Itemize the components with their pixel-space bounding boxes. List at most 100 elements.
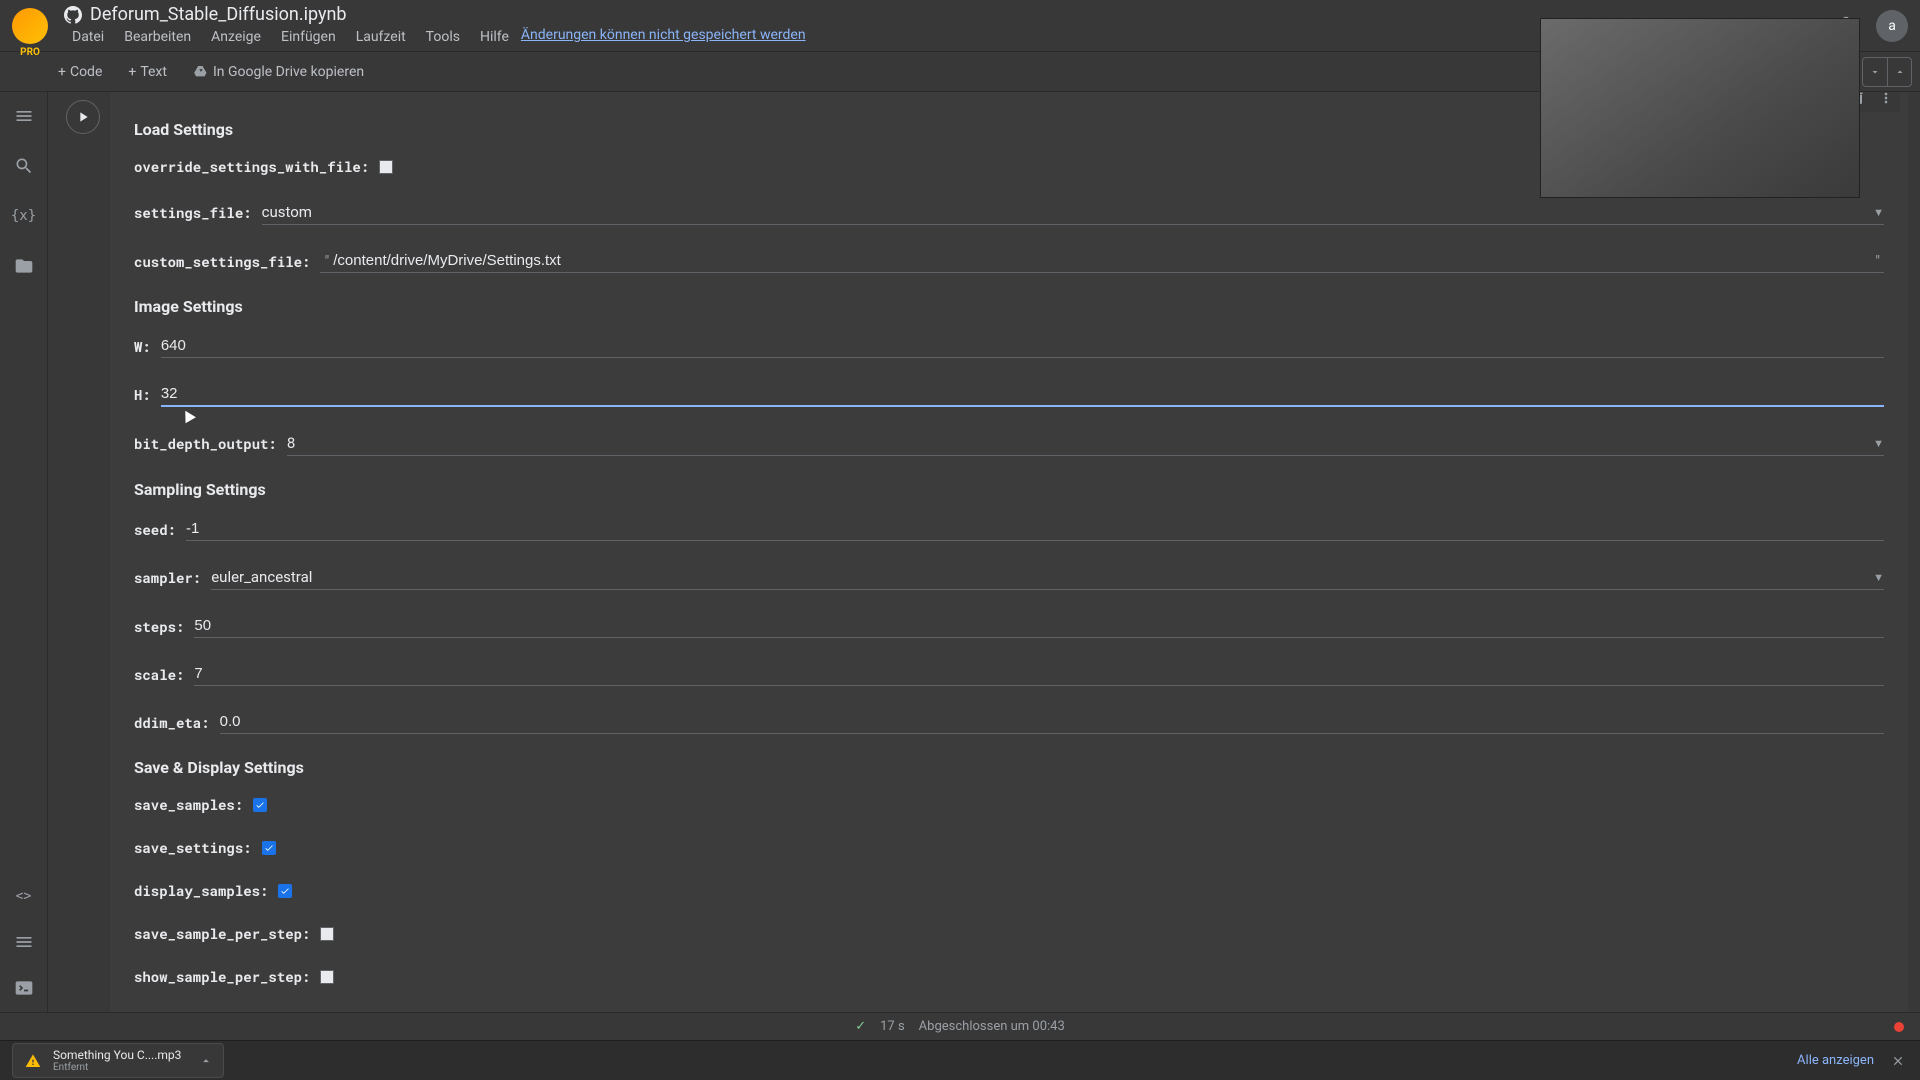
variables-button[interactable]: {x} bbox=[8, 200, 40, 232]
menu-datei[interactable]: Datei bbox=[64, 27, 112, 47]
chevron-down-icon: ▼ bbox=[1873, 571, 1884, 584]
cell-nav-buttons bbox=[1862, 57, 1912, 87]
close-downloads-button[interactable] bbox=[1888, 1051, 1908, 1071]
save-sample-per-step-label: save_sample_per_step: bbox=[134, 924, 310, 943]
override-label: override_settings_with_file: bbox=[134, 157, 369, 176]
display-samples-label: display_samples: bbox=[134, 881, 268, 900]
search-button[interactable] bbox=[8, 150, 40, 182]
add-code-label: Code bbox=[70, 64, 102, 80]
cell-body: Load Settings override_settings_with_fil… bbox=[110, 92, 1908, 1012]
close-icon bbox=[1891, 1054, 1905, 1068]
override-checkbox[interactable] bbox=[379, 160, 393, 174]
sampler-label: sampler: bbox=[134, 568, 201, 587]
collapse-button[interactable] bbox=[1863, 58, 1887, 86]
menu-tools[interactable]: Tools bbox=[418, 27, 468, 47]
warning-icon bbox=[23, 1051, 43, 1071]
show-sample-per-step-label: show_sample_per_step: bbox=[134, 967, 310, 986]
scale-label: scale: bbox=[134, 665, 184, 684]
add-text-button[interactable]: + Text bbox=[118, 59, 177, 85]
status-completed: Abgeschlossen um 00:43 bbox=[919, 1019, 1065, 1034]
ddim-eta-label: ddim_eta: bbox=[134, 713, 210, 732]
variable-icon: {x} bbox=[11, 208, 36, 224]
section-image-settings: Image Settings bbox=[134, 297, 1884, 316]
terminal-icon bbox=[14, 978, 34, 998]
webcam-overlay bbox=[1540, 18, 1860, 198]
toc-button[interactable] bbox=[8, 100, 40, 132]
ddim-eta-input[interactable] bbox=[220, 710, 1884, 734]
show-sample-per-step-checkbox[interactable] bbox=[320, 970, 334, 984]
user-avatar[interactable]: a bbox=[1876, 10, 1908, 42]
menu-bar: Datei Bearbeiten Anzeige Einfügen Laufze… bbox=[64, 27, 806, 47]
menu-einfuegen[interactable]: Einfügen bbox=[273, 27, 344, 47]
plus-icon: + bbox=[128, 64, 136, 80]
settings-file-label: settings_file: bbox=[134, 203, 252, 222]
run-cell-button[interactable] bbox=[66, 100, 100, 134]
save-samples-label: save_samples: bbox=[134, 795, 243, 814]
check-icon bbox=[264, 843, 274, 853]
notebook-content[interactable]: Load Settings override_settings_with_fil… bbox=[48, 92, 1920, 1012]
sampler-select[interactable]: euler_ancestral ▼ bbox=[211, 565, 1884, 590]
more-vert-icon bbox=[1878, 92, 1894, 106]
seed-input[interactable] bbox=[186, 517, 1884, 541]
section-sampling-settings: Sampling Settings bbox=[134, 480, 1884, 499]
colab-logo: PRO bbox=[12, 8, 48, 44]
save-settings-checkbox[interactable] bbox=[262, 841, 276, 855]
display-samples-checkbox[interactable] bbox=[278, 884, 292, 898]
add-text-label: Text bbox=[140, 64, 167, 80]
chevron-up-icon bbox=[1894, 66, 1906, 78]
quote-close: " bbox=[1871, 252, 1884, 270]
check-icon bbox=[280, 886, 290, 896]
check-icon bbox=[255, 800, 265, 810]
chevron-down-icon: ▼ bbox=[1873, 206, 1884, 219]
expand-button[interactable] bbox=[1887, 58, 1911, 86]
command-palette-button[interactable] bbox=[8, 926, 40, 958]
download-filename: Something You C....mp3 bbox=[53, 1048, 181, 1062]
section-save-display: Save & Display Settings bbox=[134, 758, 1884, 777]
code-icon: <> bbox=[16, 889, 32, 904]
steps-input[interactable] bbox=[194, 614, 1884, 638]
download-item[interactable]: Something You C....mp3 Entfernt bbox=[12, 1043, 224, 1078]
custom-file-input[interactable] bbox=[333, 249, 1871, 272]
save-sample-per-step-checkbox[interactable] bbox=[320, 927, 334, 941]
menu-anzeige[interactable]: Anzeige bbox=[203, 27, 269, 47]
custom-file-input-wrap[interactable]: " " bbox=[320, 249, 1884, 273]
steps-label: steps: bbox=[134, 617, 184, 636]
copy-to-drive-button[interactable]: In Google Drive kopieren bbox=[183, 59, 374, 85]
custom-file-label: custom_settings_file: bbox=[134, 252, 310, 271]
recording-indicator bbox=[1894, 1022, 1904, 1032]
drive-icon bbox=[193, 64, 209, 80]
chevron-down-icon: ▼ bbox=[1873, 437, 1884, 450]
bit-depth-select[interactable]: 8 ▼ bbox=[287, 431, 1884, 456]
toc-icon bbox=[14, 106, 34, 126]
copy-drive-label: In Google Drive kopieren bbox=[213, 64, 364, 80]
chevron-up-icon[interactable] bbox=[199, 1054, 213, 1068]
code-snippets-button[interactable]: <> bbox=[8, 880, 40, 912]
h-label: H: bbox=[134, 385, 151, 404]
status-bar: ✓ 17 s Abgeschlossen um 00:43 bbox=[0, 1012, 1920, 1040]
files-button[interactable] bbox=[8, 250, 40, 282]
save-warning-link[interactable]: Änderungen können nicht gespeichert werd… bbox=[521, 27, 806, 47]
notebook-title[interactable]: Deforum_Stable_Diffusion.ipynb bbox=[90, 4, 347, 25]
w-label: W: bbox=[134, 337, 151, 356]
folder-icon bbox=[14, 256, 34, 276]
w-input[interactable] bbox=[161, 334, 1884, 358]
save-samples-checkbox[interactable] bbox=[253, 798, 267, 812]
menu-hilfe[interactable]: Hilfe bbox=[472, 27, 517, 47]
chevron-down-icon bbox=[1869, 66, 1881, 78]
quote-open: " bbox=[320, 252, 333, 270]
sampler-value: euler_ancestral bbox=[211, 565, 1873, 589]
mouse-cursor bbox=[180, 408, 196, 424]
add-code-button[interactable]: + Code bbox=[48, 59, 112, 85]
menu-bearbeiten[interactable]: Bearbeiten bbox=[116, 27, 199, 47]
cell-more-button[interactable] bbox=[1874, 92, 1898, 110]
h-input[interactable] bbox=[161, 382, 1884, 407]
show-all-downloads[interactable]: Alle anzeigen bbox=[1797, 1053, 1874, 1068]
terminal-button[interactable] bbox=[8, 972, 40, 1004]
bit-depth-value: 8 bbox=[287, 431, 1873, 455]
scale-input[interactable] bbox=[194, 662, 1884, 686]
check-icon: ✓ bbox=[855, 1019, 866, 1034]
menu-laufzeit[interactable]: Laufzeit bbox=[348, 27, 414, 47]
settings-file-select[interactable]: custom ▼ bbox=[262, 200, 1884, 225]
command-icon bbox=[14, 932, 34, 952]
plus-icon: + bbox=[58, 64, 66, 80]
